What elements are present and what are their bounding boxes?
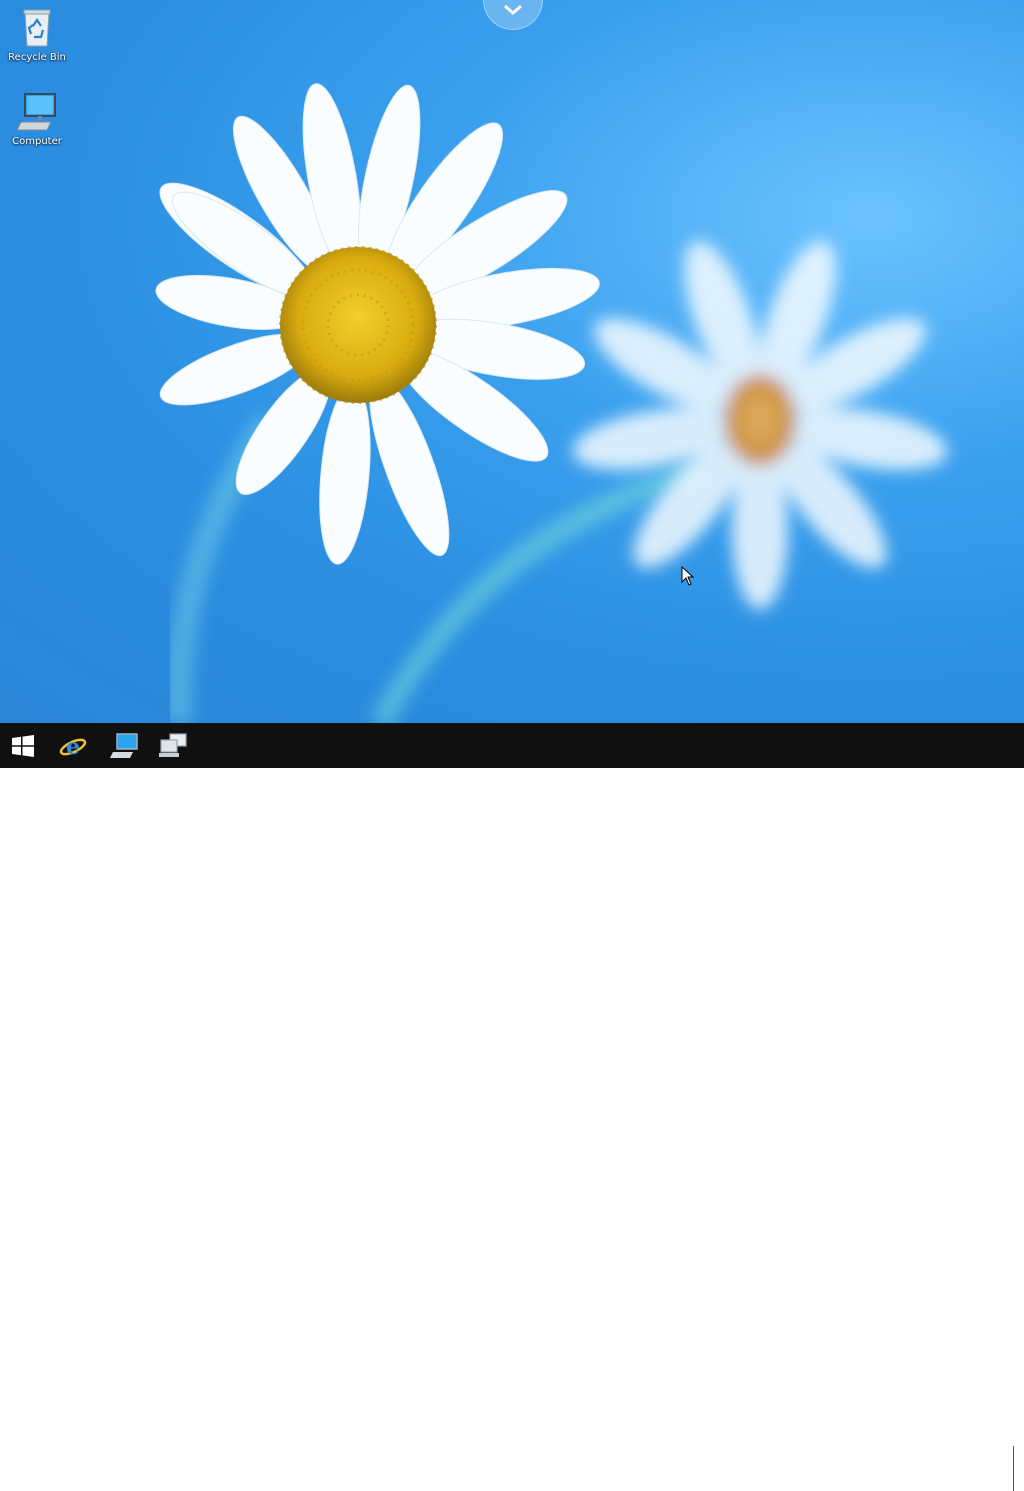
internet-explorer-icon: e bbox=[59, 734, 87, 760]
desktop-icon-label: Computer bbox=[12, 136, 62, 147]
taskbar: e 11:53 31/07/2022 bbox=[0, 723, 1024, 1491]
desktop-icon-label: Recycle Bin bbox=[8, 52, 66, 63]
signal-bars-icon[interactable] bbox=[884, 1460, 906, 1477]
network-computers-icon bbox=[159, 732, 187, 757]
recycle-bin-icon bbox=[23, 9, 51, 47]
tray-clock[interactable]: 11:53 31/07/2022 bbox=[932, 1454, 1010, 1484]
clock-date: 31/07/2022 bbox=[936, 1469, 1006, 1483]
svg-text:e: e bbox=[66, 734, 80, 760]
start-button[interactable] bbox=[0, 723, 46, 768]
taskbar-computer[interactable] bbox=[101, 723, 147, 768]
chevron-down-icon bbox=[504, 4, 522, 15]
desktop-icon-computer[interactable]: Computer bbox=[1, 90, 73, 147]
computer-icon bbox=[16, 93, 56, 131]
desktop[interactable]: Recycle Bin Computer bbox=[0, 0, 1024, 723]
desktop-icon-recycle-bin[interactable]: Recycle Bin bbox=[1, 6, 73, 63]
show-desktop-button[interactable] bbox=[1013, 1446, 1024, 1491]
computer-icon bbox=[110, 732, 138, 758]
clock-time: 11:53 bbox=[953, 1454, 989, 1468]
taskbar-internet-explorer[interactable]: e bbox=[50, 723, 96, 768]
mouse-cursor-icon bbox=[681, 566, 695, 586]
wallpaper-image bbox=[155, 83, 948, 723]
taskbar-network-computers[interactable] bbox=[150, 723, 196, 768]
windows-logo-icon bbox=[12, 734, 34, 757]
battery-icon[interactable] bbox=[915, 1456, 929, 1478]
